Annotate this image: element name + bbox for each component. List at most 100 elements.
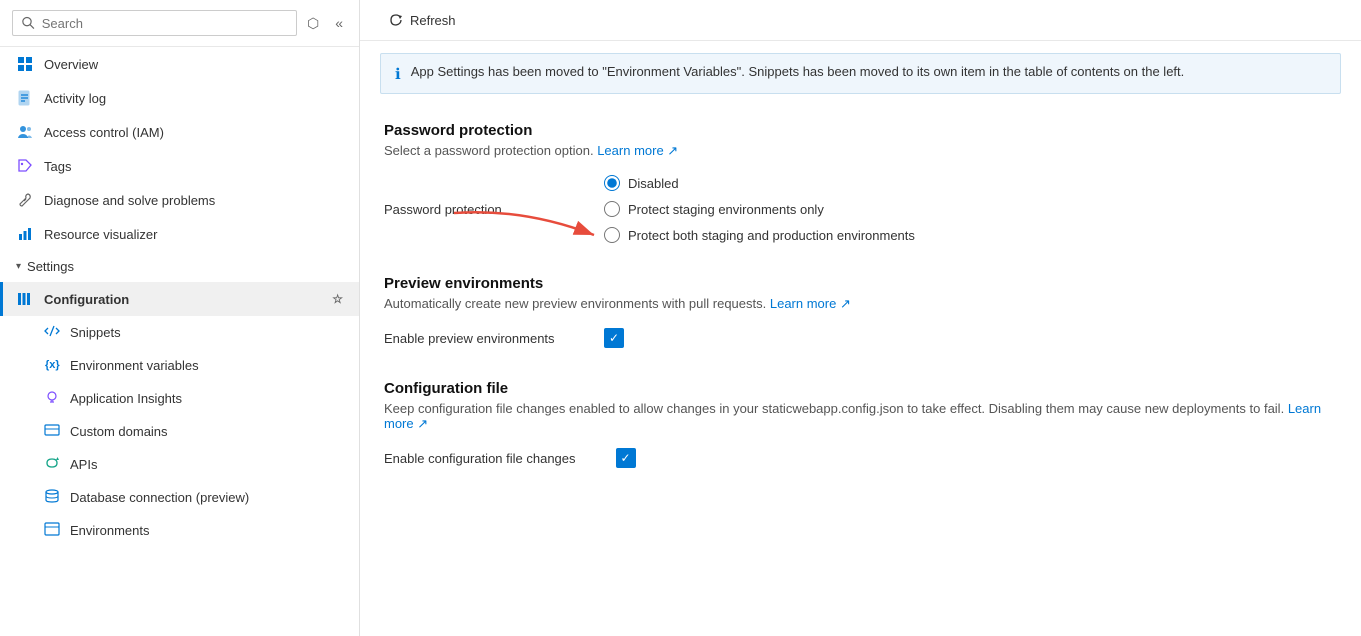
sidebar-item-activity-log[interactable]: Activity log <box>0 81 359 115</box>
password-protection-learn-more[interactable]: Learn more ↗ <box>597 143 678 158</box>
password-protection-title: Password protection <box>384 122 1337 139</box>
sidebar-item-apis[interactable]: APIs <box>0 448 359 481</box>
red-arrow-annotation <box>444 203 604 243</box>
sidebar-item-app-insights[interactable]: Application Insights <box>0 382 359 415</box>
sidebar-item-env-label: Environment variables <box>70 358 199 373</box>
sidebar-nav: Overview Activity log <box>0 47 359 547</box>
config-file-field-row: Enable configuration file changes ✓ <box>384 448 1337 468</box>
sidebar-item-configuration[interactable]: ➤ Configuration ☆ <box>0 282 359 316</box>
radio-staging-input[interactable] <box>604 201 620 217</box>
info-banner: ℹ App Settings has been moved to "Enviro… <box>380 53 1341 94</box>
preview-env-checkbox[interactable]: ✓ <box>604 328 624 348</box>
refresh-button[interactable]: Refresh <box>380 8 464 32</box>
sidebar: ⬡ « Overview <box>0 0 360 636</box>
search-input[interactable] <box>42 16 288 31</box>
sidebar-item-resource-label: Resource visualizer <box>44 227 343 242</box>
radio-disabled[interactable]: Disabled <box>604 175 915 191</box>
sidebar-item-apis-label: APIs <box>70 457 97 472</box>
radio-group-container: Disabled Protect staging environments on… <box>604 175 915 243</box>
preview-env-field-label: Enable preview environments <box>384 331 564 346</box>
password-protection-desc: Select a password protection option. Lea… <box>384 143 1337 159</box>
people-icon <box>16 123 34 141</box>
sidebar-item-iam-label: Access control (IAM) <box>44 125 343 140</box>
env-icon: {x} <box>44 356 60 375</box>
sidebar-item-diagnose-label: Diagnose and solve problems <box>44 193 343 208</box>
doc-icon <box>16 89 34 107</box>
config-file-checkbox[interactable]: ✓ <box>616 448 636 468</box>
sidebar-item-env-variables[interactable]: {x} Environment variables <box>0 349 359 382</box>
chevron-down-icon: ▾ <box>16 261 21 272</box>
sidebar-item-database[interactable]: Database connection (preview) <box>0 481 359 514</box>
sidebar-search-bar: ⬡ « <box>0 0 359 47</box>
columns-icon <box>16 290 34 308</box>
radio-disabled-input[interactable] <box>604 175 620 191</box>
info-icon: ℹ <box>395 65 401 83</box>
radio-staging-label: Protect staging environments only <box>628 202 824 217</box>
sidebar-item-overview[interactable]: Overview <box>0 47 359 81</box>
config-file-desc: Keep configuration file changes enabled … <box>384 401 1337 432</box>
sidebar-item-configuration-label: Configuration <box>44 292 322 307</box>
portal-icon-btn[interactable]: ⬡ <box>303 13 323 34</box>
password-protection-desc-text: Select a password protection option. <box>384 143 594 158</box>
preview-env-desc-text: Automatically create new preview environ… <box>384 296 766 311</box>
svg-text:{x}: {x} <box>45 359 60 371</box>
preview-env-desc: Automatically create new preview environ… <box>384 296 1337 312</box>
main-content: Refresh ℹ App Settings has been moved to… <box>360 0 1361 636</box>
grid-icon <box>16 55 34 73</box>
config-file-field-label: Enable configuration file changes <box>384 451 576 466</box>
preview-environments-section: Preview environments Automatically creat… <box>384 275 1337 348</box>
sidebar-item-tags-label: Tags <box>44 159 343 174</box>
radio-staging[interactable]: Protect staging environments only <box>604 201 915 217</box>
sidebar-item-overview-label: Overview <box>44 57 343 72</box>
config-file-checkbox-wrapper: ✓ <box>616 448 636 468</box>
code-icon <box>44 323 60 342</box>
refresh-label: Refresh <box>410 13 456 28</box>
preview-env-title: Preview environments <box>384 275 1337 292</box>
sidebar-item-access-control[interactable]: Access control (IAM) <box>0 115 359 149</box>
sidebar-item-tags[interactable]: Tags <box>0 149 359 183</box>
preview-env-learn-more[interactable]: Learn more ↗ <box>770 296 851 311</box>
collapse-btn[interactable]: « <box>331 13 347 33</box>
sidebar-item-resource-visualizer[interactable]: Resource visualizer <box>0 217 359 251</box>
sidebar-item-snippets-label: Snippets <box>70 325 121 340</box>
config-file-title: Configuration file <box>384 380 1337 397</box>
info-banner-text: App Settings has been moved to "Environm… <box>411 64 1185 79</box>
sidebar-item-environments[interactable]: Environments <box>0 514 359 547</box>
toolbar: Refresh <box>360 0 1361 41</box>
config-file-section: Configuration file Keep configuration fi… <box>384 380 1337 468</box>
tag-icon <box>16 157 34 175</box>
sidebar-section-settings[interactable]: ▾ Settings <box>0 251 359 282</box>
env2-icon <box>44 521 60 540</box>
refresh-icon <box>388 12 404 28</box>
settings-section-label: Settings <box>27 259 74 274</box>
preview-env-field-row: Enable preview environments ✓ <box>384 328 1337 348</box>
wrench-icon <box>16 191 34 209</box>
sidebar-item-database-label: Database connection (preview) <box>70 490 249 505</box>
sidebar-item-activity-log-label: Activity log <box>44 91 343 106</box>
search-icon <box>21 15 36 31</box>
sidebar-item-custom-domains[interactable]: Custom domains <box>0 415 359 448</box>
sidebar-item-environments-label: Environments <box>70 523 149 538</box>
radio-disabled-label: Disabled <box>628 176 679 191</box>
favorite-star-icon[interactable]: ☆ <box>332 292 343 306</box>
password-protection-radio-group: Disabled Protect staging environments on… <box>604 175 915 243</box>
password-protection-field-row: Password protection <box>384 175 1337 243</box>
sidebar-controls: ⬡ « <box>303 13 347 34</box>
radio-both-label: Protect both staging and production envi… <box>628 228 915 243</box>
sidebar-item-diagnose[interactable]: Diagnose and solve problems <box>0 183 359 217</box>
search-box[interactable] <box>12 10 297 36</box>
password-protection-section: Password protection Select a password pr… <box>384 122 1337 243</box>
sidebar-item-snippets[interactable]: Snippets <box>0 316 359 349</box>
sidebar-item-app-insights-label: Application Insights <box>70 391 182 406</box>
radio-both-input[interactable] <box>604 227 620 243</box>
content-area: Password protection Select a password pr… <box>360 106 1361 516</box>
chart-icon <box>16 225 34 243</box>
preview-env-checkbox-wrapper: ✓ <box>604 328 624 348</box>
domains-icon <box>44 422 60 441</box>
bulb-icon <box>44 389 60 408</box>
sidebar-item-domains-label: Custom domains <box>70 424 168 439</box>
config-file-desc-text: Keep configuration file changes enabled … <box>384 401 1284 416</box>
db-icon <box>44 488 60 507</box>
loop-icon <box>44 455 60 474</box>
radio-both[interactable]: Protect both staging and production envi… <box>604 227 915 243</box>
